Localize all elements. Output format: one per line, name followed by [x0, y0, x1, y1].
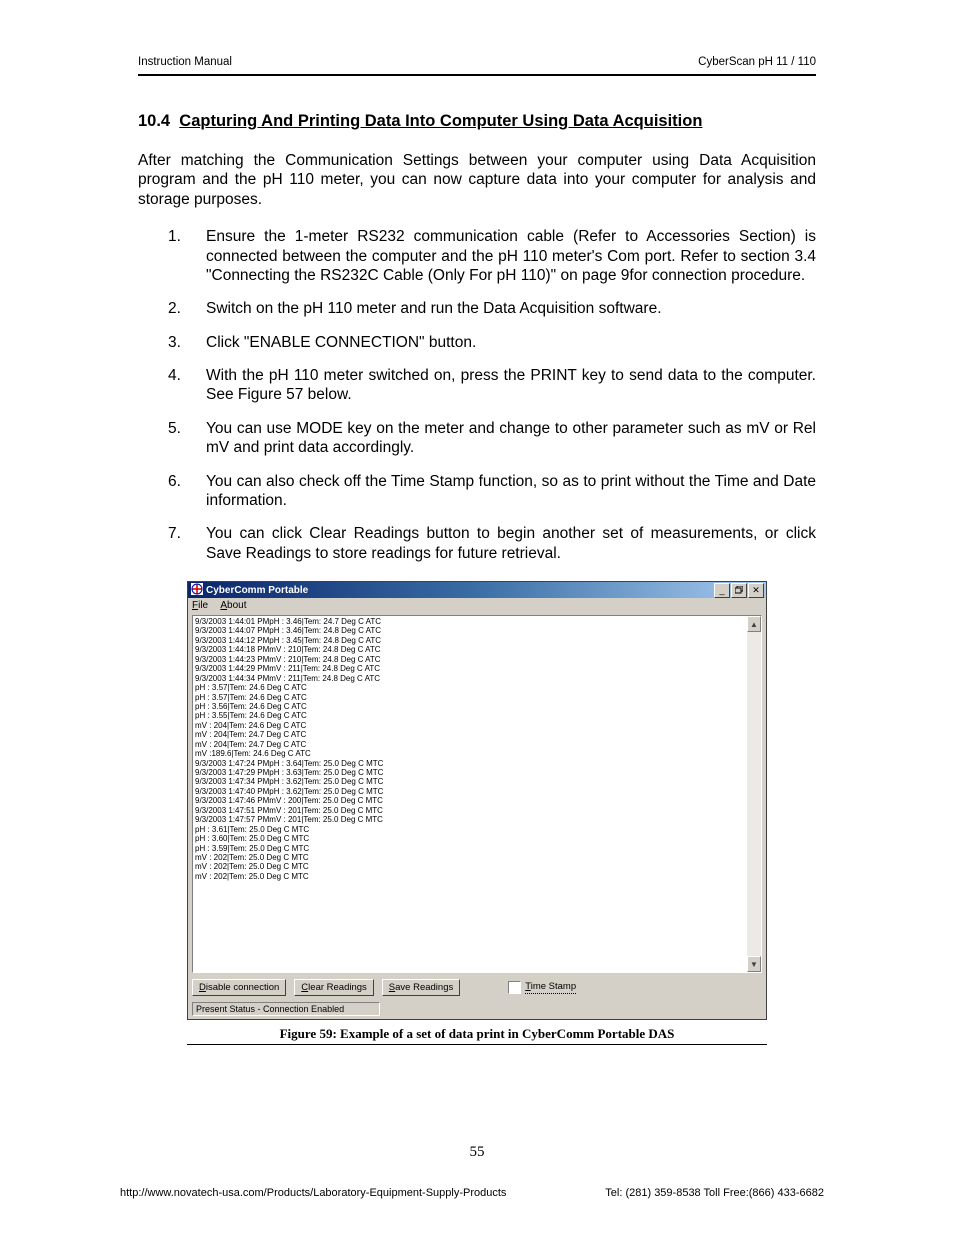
step-item: 4.With the pH 110 meter switched on, pre…	[168, 366, 816, 405]
step-item: 2.Switch on the pH 110 meter and run the…	[168, 299, 816, 318]
clear-readings-button[interactable]: Clear Readings	[294, 979, 374, 996]
footer-url: http://www.novatech-usa.com/Products/Lab…	[120, 1187, 506, 1199]
figure-caption: Figure 59: Example of a set of data prin…	[187, 1026, 767, 1045]
disable-connection-button[interactable]: Disable connection	[192, 979, 286, 996]
section-number: 10.4	[138, 112, 170, 130]
data-readings: 9/3/2003 1:44:01 PMpH : 3.46|Tem: 24.7 D…	[193, 616, 761, 882]
menu-about[interactable]: About	[220, 600, 246, 611]
steps-list: 1.Ensure the 1-meter RS232 communication…	[168, 227, 816, 563]
intro-paragraph: After matching the Communication Setting…	[138, 151, 816, 209]
page-number: 55	[0, 1144, 954, 1161]
section-heading: Capturing And Printing Data Into Compute…	[179, 112, 702, 130]
step-item: 7.You can click Clear Readings button to…	[168, 524, 816, 563]
header-right: CyberScan pH 11 / 110	[698, 56, 816, 68]
close-button[interactable]: ✕	[748, 583, 764, 598]
save-readings-button[interactable]: Save Readings	[382, 979, 460, 996]
scroll-up-icon[interactable]: ▲	[747, 616, 761, 632]
header-rule	[138, 74, 816, 76]
app-title: CyberComm Portable	[206, 585, 308, 596]
step-item: 5.You can use MODE key on the meter and …	[168, 419, 816, 458]
menubar: File About	[188, 598, 766, 613]
titlebar: CyberComm Portable _ ✕	[188, 582, 766, 598]
header-left: Instruction Manual	[138, 56, 232, 68]
status-bar: Present Status - Connection Enabled	[192, 1002, 380, 1016]
step-item: 6.You can also check off the Time Stamp …	[168, 472, 816, 511]
restore-button[interactable]	[731, 583, 747, 598]
app-icon	[191, 583, 203, 598]
step-item: 1.Ensure the 1-meter RS232 communication…	[168, 227, 816, 285]
menu-file[interactable]: File	[192, 600, 208, 611]
scrollbar[interactable]: ▲ ▼	[747, 616, 761, 972]
timestamp-label: Time Stamp	[525, 981, 576, 994]
minimize-button[interactable]: _	[714, 583, 730, 598]
footer-contact: Tel: (281) 359-8538 Toll Free:(866) 433-…	[605, 1187, 824, 1199]
scroll-down-icon[interactable]: ▼	[747, 956, 761, 972]
step-item: 3.Click "ENABLE CONNECTION" button.	[168, 333, 816, 352]
section-title: 10.4 Capturing And Printing Data Into Co…	[138, 112, 816, 131]
app-window: CyberComm Portable _ ✕ File About 9/3/20…	[187, 581, 767, 1020]
timestamp-checkbox[interactable]	[508, 981, 521, 994]
data-box[interactable]: 9/3/2003 1:44:01 PMpH : 3.46|Tem: 24.7 D…	[192, 615, 762, 973]
